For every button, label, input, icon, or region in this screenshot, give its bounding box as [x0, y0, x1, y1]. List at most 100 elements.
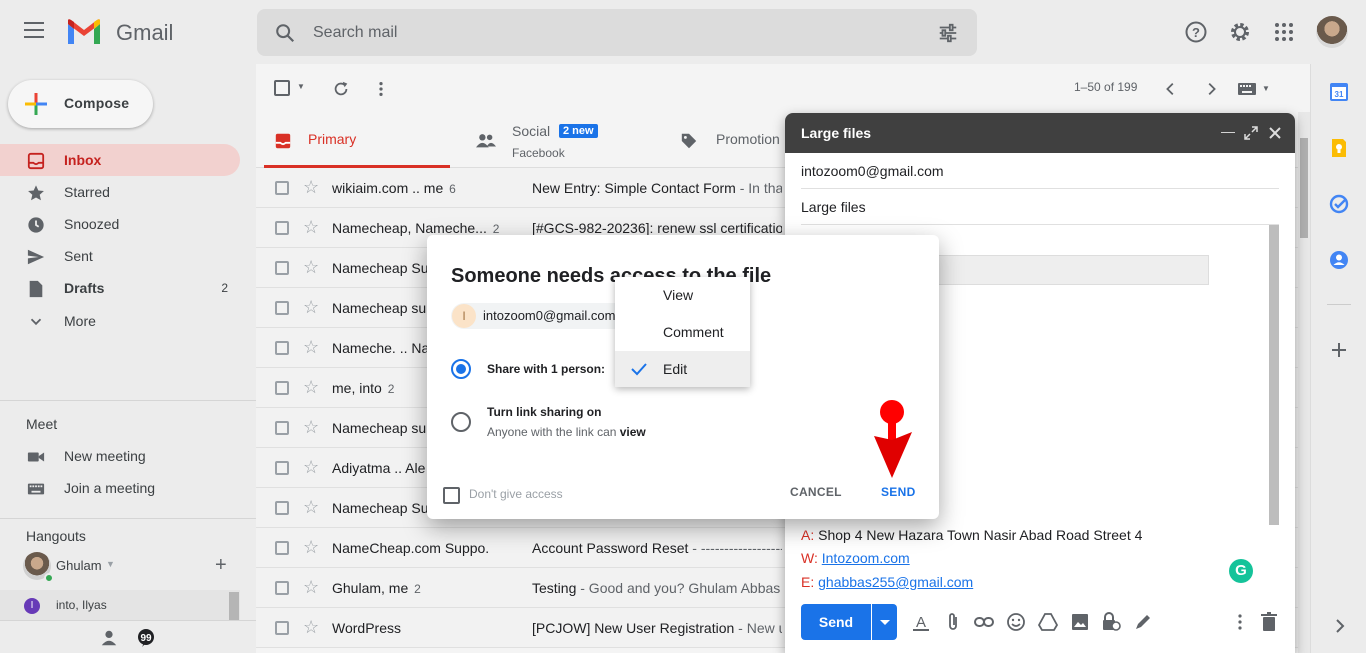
- chevron-right-icon[interactable]: [1202, 80, 1220, 98]
- compose-body-scrollbar[interactable]: [1269, 225, 1279, 525]
- hangouts-scrollbar[interactable]: [229, 592, 239, 620]
- search-icon[interactable]: [274, 22, 296, 44]
- grammarly-icon[interactable]: G: [1229, 559, 1253, 583]
- tab-promotions[interactable]: Promotion: [680, 112, 800, 168]
- nav-item-more[interactable]: More: [0, 305, 240, 337]
- nav-item-snoozed[interactable]: Snoozed: [0, 208, 240, 240]
- star-icon[interactable]: ☆: [303, 538, 319, 556]
- nav-item-label: Snoozed: [64, 216, 120, 232]
- minimize-icon[interactable]: —: [1221, 123, 1235, 139]
- star-icon[interactable]: ☆: [303, 378, 319, 396]
- hangouts-conversation-item[interactable]: I into, Ilyas: [0, 590, 240, 620]
- menu-item-view[interactable]: View: [615, 277, 750, 313]
- tab-social[interactable]: Social 2 new Facebook: [472, 112, 672, 168]
- gmail-logo[interactable]: [66, 18, 102, 46]
- email-link[interactable]: ghabbas255@gmail.com: [818, 574, 973, 590]
- star-icon[interactable]: ☆: [303, 578, 319, 596]
- insert-link-icon[interactable]: [974, 612, 994, 632]
- row-checkbox[interactable]: [275, 581, 289, 595]
- insert-signature-icon[interactable]: [1133, 612, 1153, 632]
- confidential-mode-icon[interactable]: [1101, 612, 1121, 632]
- help-icon[interactable]: ?: [1184, 20, 1208, 44]
- dont-give-access-checkbox[interactable]: [443, 487, 460, 504]
- emoji-icon[interactable]: [1006, 612, 1026, 632]
- add-addon-icon[interactable]: [1329, 340, 1349, 360]
- close-icon[interactable]: [1268, 126, 1282, 140]
- cancel-button[interactable]: CANCEL: [790, 485, 842, 499]
- account-avatar[interactable]: [1316, 16, 1348, 48]
- formatting-options-icon[interactable]: A: [911, 612, 931, 632]
- row-sender: Namecheap, Nameche... 2: [332, 220, 500, 236]
- main-menu-icon[interactable]: [24, 22, 44, 38]
- row-checkbox[interactable]: [275, 301, 289, 315]
- settings-gear-icon[interactable]: [1228, 20, 1252, 44]
- contacts-icon[interactable]: [1329, 250, 1349, 270]
- google-drive-icon[interactable]: [1038, 612, 1058, 632]
- nav-item-inbox[interactable]: Inbox: [0, 144, 240, 176]
- hangouts-user-name[interactable]: Ghulam: [56, 558, 102, 573]
- chevron-down-icon[interactable]: ▼: [106, 559, 115, 569]
- star-icon[interactable]: ☆: [303, 258, 319, 276]
- menu-item-edit[interactable]: Edit: [615, 351, 750, 387]
- compose-button[interactable]: Compose: [8, 80, 153, 128]
- search-bar[interactable]: Search mail: [257, 9, 977, 56]
- star-icon[interactable]: ☆: [303, 178, 319, 196]
- refresh-icon[interactable]: [332, 80, 350, 98]
- star-icon[interactable]: ☆: [303, 498, 319, 516]
- hangouts-chat-icon[interactable]: 99: [136, 628, 156, 648]
- meet-new-meeting[interactable]: New meeting: [0, 440, 240, 472]
- row-checkbox[interactable]: [275, 541, 289, 555]
- tab-primary[interactable]: Primary: [264, 112, 450, 168]
- chevron-right-icon[interactable]: [1329, 616, 1349, 636]
- select-all-checkbox[interactable]: [274, 80, 290, 96]
- share-with-person-radio[interactable]: [451, 359, 471, 379]
- person-icon[interactable]: [100, 629, 118, 647]
- nav-item-drafts[interactable]: Drafts 2: [0, 272, 240, 304]
- website-link[interactable]: Intozoom.com: [822, 550, 910, 566]
- message-list-scrollbar[interactable]: [1298, 112, 1310, 653]
- chevron-down-icon[interactable]: ▼: [297, 82, 305, 91]
- keep-icon[interactable]: [1329, 138, 1349, 158]
- chevron-left-icon[interactable]: [1162, 80, 1180, 98]
- row-checkbox[interactable]: [275, 461, 289, 475]
- insert-photo-icon[interactable]: [1070, 612, 1090, 632]
- menu-item-comment[interactable]: Comment: [615, 314, 750, 350]
- star-icon[interactable]: ☆: [303, 298, 319, 316]
- more-options-icon[interactable]: [1230, 612, 1250, 632]
- row-checkbox[interactable]: [275, 341, 289, 355]
- star-icon[interactable]: ☆: [303, 218, 319, 236]
- tasks-icon[interactable]: [1329, 194, 1349, 214]
- discard-draft-icon[interactable]: [1259, 612, 1279, 632]
- row-checkbox[interactable]: [275, 621, 289, 635]
- attach-file-icon[interactable]: [943, 612, 963, 632]
- row-checkbox[interactable]: [275, 421, 289, 435]
- search-options-icon[interactable]: [937, 22, 959, 44]
- apps-grid-icon[interactable]: [1272, 20, 1296, 44]
- more-vert-icon[interactable]: [372, 80, 390, 98]
- row-checkbox[interactable]: [275, 501, 289, 515]
- meet-join-meeting[interactable]: Join a meeting: [0, 472, 240, 504]
- add-hangout-icon[interactable]: +: [215, 554, 227, 577]
- to-field[interactable]: intozoom0@gmail.com: [801, 153, 1279, 189]
- nav-item-sent[interactable]: Sent: [0, 240, 240, 272]
- nav-item-starred[interactable]: Starred: [0, 176, 240, 208]
- search-input[interactable]: Search mail: [313, 24, 397, 42]
- star-icon[interactable]: ☆: [303, 418, 319, 436]
- thread-count: 2: [492, 222, 500, 236]
- link-sharing-radio[interactable]: [451, 412, 471, 432]
- row-checkbox[interactable]: [275, 381, 289, 395]
- calendar-icon[interactable]: 31: [1329, 82, 1349, 102]
- send-button[interactable]: SEND: [881, 485, 916, 499]
- input-tools-keyboard-icon[interactable]: [1238, 82, 1258, 96]
- row-checkbox[interactable]: [275, 221, 289, 235]
- star-icon[interactable]: ☆: [303, 338, 319, 356]
- row-checkbox[interactable]: [275, 261, 289, 275]
- subject-field[interactable]: Large files: [801, 189, 1279, 225]
- send-options-button[interactable]: [872, 604, 897, 640]
- chevron-down-icon[interactable]: ▼: [1262, 84, 1270, 93]
- row-checkbox[interactable]: [275, 181, 289, 195]
- star-icon[interactable]: ☆: [303, 618, 319, 636]
- star-icon[interactable]: ☆: [303, 458, 319, 476]
- compose-send-button[interactable]: Send: [801, 604, 871, 640]
- fullscreen-icon[interactable]: [1244, 126, 1258, 140]
